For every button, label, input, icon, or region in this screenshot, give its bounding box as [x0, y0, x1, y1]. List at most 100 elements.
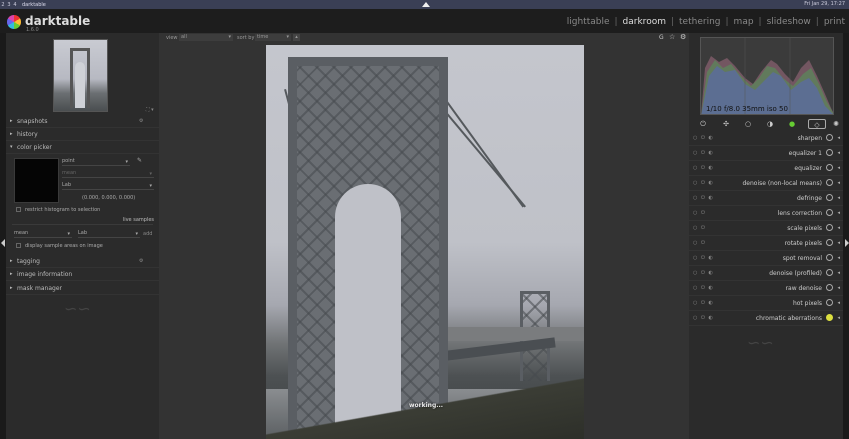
- module-enable-icon[interactable]: [826, 149, 833, 156]
- navigation-thumbnail[interactable]: [53, 39, 108, 112]
- correct-group-icon[interactable]: ◇: [808, 119, 826, 129]
- expand-arrow-icon[interactable]: ◂: [837, 225, 840, 231]
- view-filter-select[interactable]: all ▾: [179, 34, 233, 41]
- window-title[interactable]: darktable: [22, 2, 46, 8]
- module-enable-icon[interactable]: [826, 269, 833, 276]
- display-sample-areas-checkbox[interactable]: display sample areas on image: [16, 243, 103, 249]
- module-toggle-icons[interactable]: ○ ⏻ ◐: [693, 270, 714, 276]
- module-toggle-icons[interactable]: ○ ⏻ ◐: [693, 180, 714, 186]
- module-enable-icon[interactable]: [826, 254, 833, 261]
- module-enable-icon[interactable]: [826, 224, 833, 231]
- module-toggle-icons[interactable]: ○ ⏻ ◐: [693, 255, 714, 261]
- module-row[interactable]: ○ ⏻ ◐ raw denoise ◂: [689, 281, 843, 296]
- module-row[interactable]: ○ ⏻ ◐ denoise (non-local means) ◂: [689, 176, 843, 191]
- module-enable-icon[interactable]: [826, 179, 833, 186]
- workspace-4[interactable]: 4: [12, 2, 18, 8]
- module-row[interactable]: ○ ⏻ ◐ chromatic aberrations ◂: [689, 311, 843, 326]
- module-tagging[interactable]: ▸ tagging ⚙: [6, 255, 159, 268]
- tone-group-icon[interactable]: ◑: [765, 119, 775, 129]
- effects-group-icon[interactable]: ✺: [831, 119, 841, 129]
- module-toggle-icons[interactable]: ○ ⏻ ◐: [693, 300, 714, 306]
- module-row[interactable]: ○ ⏻ ◐ denoise (profiled) ◂: [689, 266, 843, 281]
- view-tethering[interactable]: tethering: [679, 17, 720, 27]
- collapse-left-icon[interactable]: [1, 239, 5, 247]
- add-sample-button[interactable]: add: [143, 231, 152, 237]
- favorites-icon[interactable]: ✣: [721, 119, 731, 129]
- module-enable-icon[interactable]: [826, 134, 833, 141]
- module-toggle-icons[interactable]: ○ ⏻ ◐: [693, 195, 714, 201]
- expand-arrow-icon[interactable]: ◂: [837, 285, 840, 291]
- module-row[interactable]: ○ ⏻ ◐ hot pixels ◂: [689, 296, 843, 311]
- collapse-top-icon[interactable]: [422, 2, 430, 7]
- module-row[interactable]: ○ ⏻ ◐ spot removal ◂: [689, 251, 843, 266]
- expand-arrow-icon[interactable]: ◂: [837, 255, 840, 261]
- expand-arrow-icon[interactable]: ◂: [837, 270, 840, 276]
- sort-select[interactable]: time ▾: [255, 34, 291, 41]
- module-toggle-icons[interactable]: ○ ⏻ ◐: [693, 285, 714, 291]
- restrict-histogram-checkbox[interactable]: restrict histogram to selection: [16, 207, 100, 213]
- collapse-right-icon[interactable]: [845, 239, 849, 247]
- module-row[interactable]: ○ ⏻ scale pixels ◂: [689, 221, 843, 236]
- eyedropper-icon[interactable]: ✎: [137, 157, 142, 164]
- sample-stat-select[interactable]: mean ▾: [14, 230, 72, 238]
- module-toggle-icons[interactable]: ○ ⏻: [693, 240, 706, 246]
- picker-mode-select[interactable]: point ▾: [62, 158, 130, 166]
- gear-icon[interactable]: ⚙: [680, 33, 686, 41]
- color-group-icon[interactable]: ●: [787, 119, 797, 129]
- module-enable-icon[interactable]: [826, 314, 833, 321]
- module-toggle-icons[interactable]: ○ ⏻ ◐: [693, 165, 714, 171]
- module-row[interactable]: ○ ⏻ ◐ equalizer 1 ◂: [689, 146, 843, 161]
- module-history[interactable]: ▸ history: [6, 128, 159, 141]
- view-map[interactable]: map: [734, 17, 754, 27]
- main-photo[interactable]: working...: [266, 45, 584, 439]
- expand-arrow-icon[interactable]: ◂: [837, 195, 840, 201]
- view-filter-value: all: [181, 34, 187, 40]
- expand-arrow-icon[interactable]: ◂: [837, 135, 840, 141]
- view-darkroom[interactable]: darkroom: [623, 17, 666, 27]
- module-name: defringe: [796, 195, 822, 202]
- presets-icon[interactable]: ⚙: [139, 258, 143, 264]
- expand-arrow-icon[interactable]: ◂: [837, 300, 840, 306]
- mean-field[interactable]: mean ▾: [62, 170, 154, 178]
- view-slideshow[interactable]: slideshow: [767, 17, 811, 27]
- module-toggle-icons[interactable]: ○ ⏻: [693, 225, 706, 231]
- power-icon[interactable]: ⏻: [698, 119, 708, 129]
- histogram[interactable]: 1/10 f/8.0 35mm iso 50: [700, 37, 834, 115]
- expand-arrow-icon[interactable]: ◂: [837, 240, 840, 246]
- module-toggle-icons[interactable]: ○ ⏻ ◐: [693, 315, 714, 321]
- module-enable-icon[interactable]: [826, 284, 833, 291]
- star-icon[interactable]: ☆: [669, 33, 675, 41]
- module-enable-icon[interactable]: [826, 299, 833, 306]
- module-enable-icon[interactable]: [826, 239, 833, 246]
- module-toggle-icons[interactable]: ○ ⏻ ◐: [693, 150, 714, 156]
- expand-arrow-icon[interactable]: ◂: [837, 150, 840, 156]
- module-row[interactable]: ○ ⏻ rotate pixels ◂: [689, 236, 843, 251]
- module-row[interactable]: ○ ⏻ lens correction ◂: [689, 206, 843, 221]
- expand-arrow-icon[interactable]: ◂: [837, 165, 840, 171]
- view-lighttable[interactable]: lighttable: [567, 17, 610, 27]
- grouping-icon[interactable]: G: [659, 34, 664, 41]
- module-toggle-icons[interactable]: ○ ⏻: [693, 210, 706, 216]
- colorspace-select[interactable]: Lab ▾: [62, 182, 154, 190]
- basic-group-icon[interactable]: ○: [743, 119, 753, 129]
- module-snapshots[interactable]: ▸ snapshots ⚙: [6, 115, 159, 128]
- presets-icon[interactable]: ⚙: [139, 118, 143, 124]
- zoom-menu-icon[interactable]: ⛶ ▾: [146, 107, 154, 113]
- sample-space-select[interactable]: Lab ▾: [78, 230, 140, 238]
- expand-arrow-icon[interactable]: ◂: [837, 210, 840, 216]
- module-row[interactable]: ○ ⏻ ◐ equalizer ◂: [689, 161, 843, 176]
- module-mask-manager[interactable]: ▸ mask manager: [6, 282, 159, 295]
- sort-order-icon[interactable]: ▴: [293, 34, 300, 41]
- module-enable-icon[interactable]: [826, 209, 833, 216]
- module-row[interactable]: ○ ⏻ ◐ defringe ◂: [689, 191, 843, 206]
- view-print[interactable]: print: [824, 17, 845, 27]
- module-row[interactable]: ○ ⏻ ◐ sharpen ◂: [689, 131, 843, 146]
- module-enable-icon[interactable]: [826, 164, 833, 171]
- right-panel-edge[interactable]: [843, 33, 849, 439]
- module-image-information[interactable]: ▸ image information: [6, 268, 159, 281]
- expand-arrow-icon[interactable]: ◂: [837, 180, 840, 186]
- expand-arrow-icon[interactable]: ◂: [837, 315, 840, 321]
- module-enable-icon[interactable]: [826, 194, 833, 201]
- module-color-picker[interactable]: ▾ color picker: [6, 141, 159, 154]
- module-toggle-icons[interactable]: ○ ⏻ ◐: [693, 135, 714, 141]
